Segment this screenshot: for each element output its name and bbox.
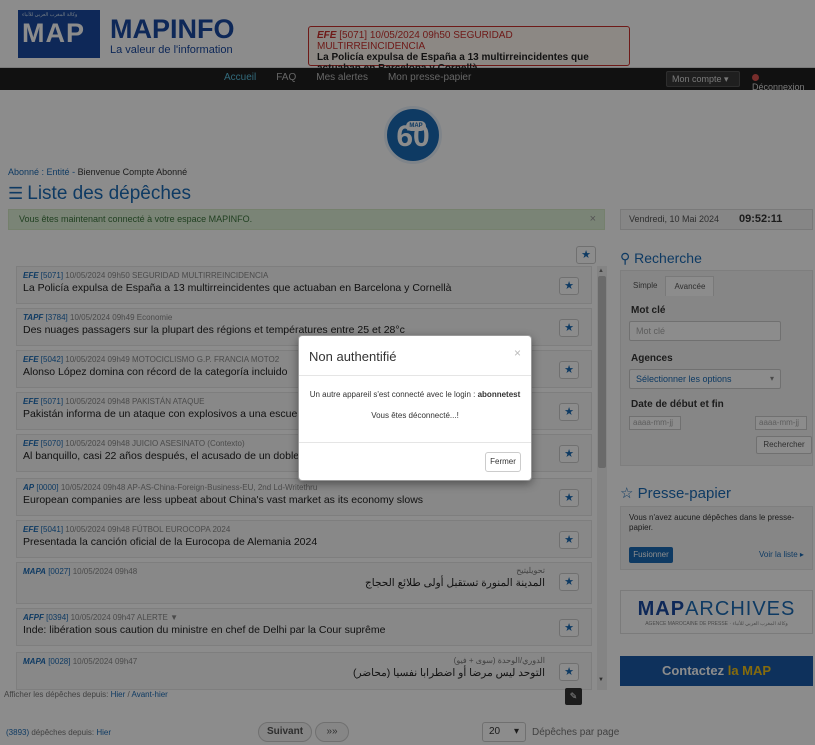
close-button[interactable]: Fermer [485,452,521,472]
modal-disconnected: Vous êtes déconnecté...! [371,411,459,420]
modal-body: Un autre appareil s'est connecté avec le… [299,376,531,442]
auth-modal: Non authentifié × Un autre appareil s'es… [298,335,532,481]
modal-message: Un autre appareil s'est connecté avec le… [309,390,476,399]
close-icon[interactable]: × [514,346,521,360]
modal-footer: Fermer [299,442,531,480]
modal-login: abonnetest [477,390,521,399]
modal-title: Non authentifié [299,336,531,376]
